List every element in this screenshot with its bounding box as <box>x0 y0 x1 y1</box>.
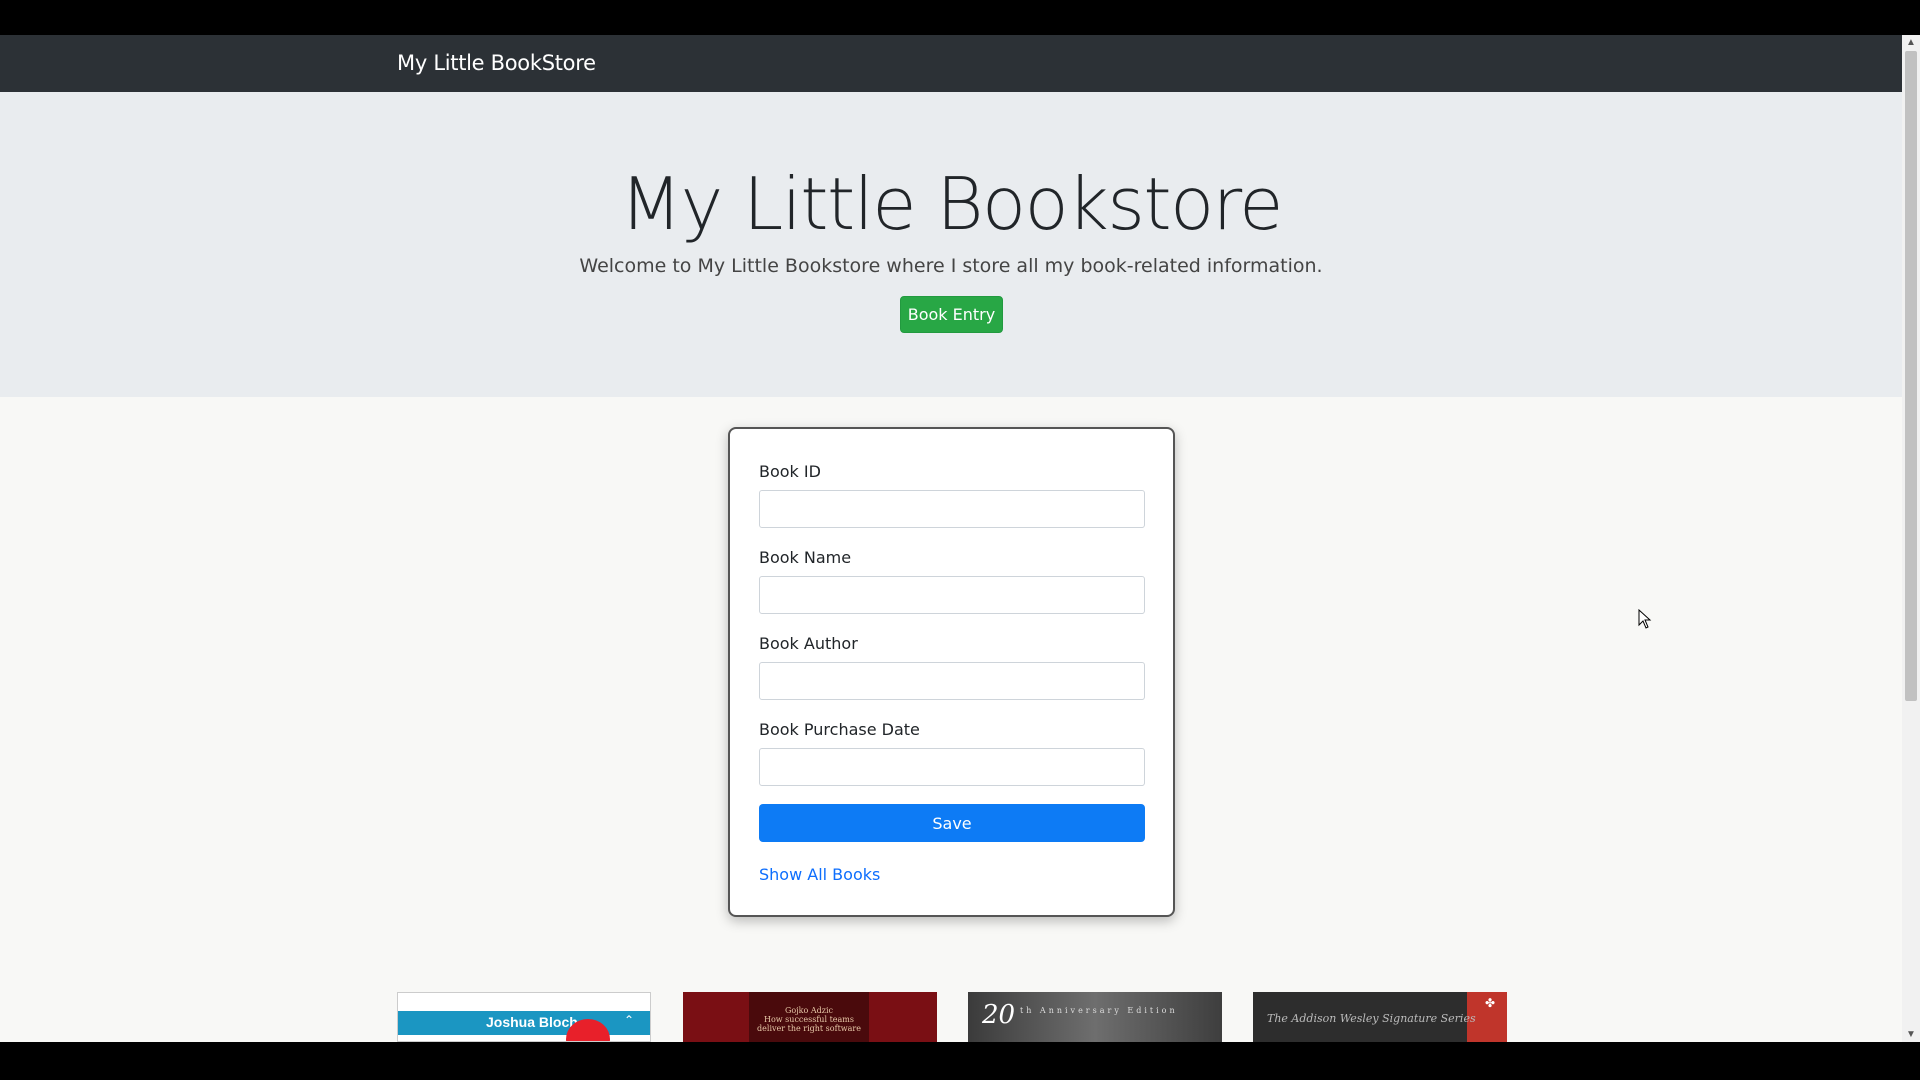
vertical-scrollbar[interactable]: ▲ ▼ <box>1902 35 1920 1042</box>
navbar: My Little BookStore <box>0 35 1902 92</box>
cover-author: Joshua Bloch <box>486 1014 578 1030</box>
scroll-down-arrow-icon[interactable]: ▼ <box>1906 1029 1916 1040</box>
book-id-label: Book ID <box>759 462 821 481</box>
browser-viewport: My Little BookStore My Little Bookstore … <box>0 35 1920 1042</box>
scroll-up-arrow-icon[interactable]: ▲ <box>1906 37 1916 48</box>
hero-title: My Little Bookstore <box>620 162 1283 246</box>
book-cover-signature-series[interactable]: The Addison Wesley Signature Series ✤ <box>1253 992 1507 1042</box>
book-purchase-date-input[interactable] <box>759 748 1145 786</box>
book-author-input[interactable] <box>759 662 1145 700</box>
cover-edition-text: th Anniversary Edition <box>1020 1006 1178 1015</box>
hero-jumbotron: My Little Bookstore Welcome to My Little… <box>0 92 1902 397</box>
save-button[interactable]: Save <box>759 804 1145 842</box>
cover-edition-number: 20 <box>982 1000 1016 1030</box>
hero-lead-text: Welcome to My Little Bookstore where I s… <box>579 255 1323 277</box>
book-id-input[interactable] <box>759 490 1145 528</box>
book-cover-pragmatic-programmer[interactable]: 20 th Anniversary Edition <box>968 992 1222 1042</box>
book-cover-effective-java[interactable]: Joshua Bloch ⌃ <box>397 992 651 1042</box>
cover-panel: Gojko Adzic How successful teams deliver… <box>749 992 869 1042</box>
book-entry-form: Book ID Book Name Book Author Book Purch… <box>728 427 1175 917</box>
publisher-logo-icon: ✤ <box>1484 996 1495 1010</box>
scrollbar-thumb[interactable] <box>1905 51 1917 701</box>
show-all-books-link[interactable]: Show All Books <box>759 865 880 884</box>
cover-text: Gojko Adzic How successful teams deliver… <box>749 1006 869 1033</box>
book-name-input[interactable] <box>759 576 1145 614</box>
publisher-logo-icon: ⌃ <box>624 1013 635 1027</box>
cover-series: The Addison Wesley Signature Series <box>1267 1012 1476 1025</box>
book-cover-impact-mapping[interactable]: Gojko Adzic How successful teams deliver… <box>683 992 937 1042</box>
navbar-brand[interactable]: My Little BookStore <box>397 51 596 75</box>
mouse-cursor-icon <box>1638 609 1652 629</box>
book-purchase-date-label: Book Purchase Date <box>759 720 920 739</box>
book-name-label: Book Name <box>759 548 852 567</box>
cover-author: Gojko Adzic <box>784 1006 834 1015</box>
book-entry-button[interactable]: Book Entry <box>900 296 1003 333</box>
cover-subtitle: How successful teams deliver the right s… <box>757 1015 861 1033</box>
book-author-label: Book Author <box>759 634 858 653</box>
